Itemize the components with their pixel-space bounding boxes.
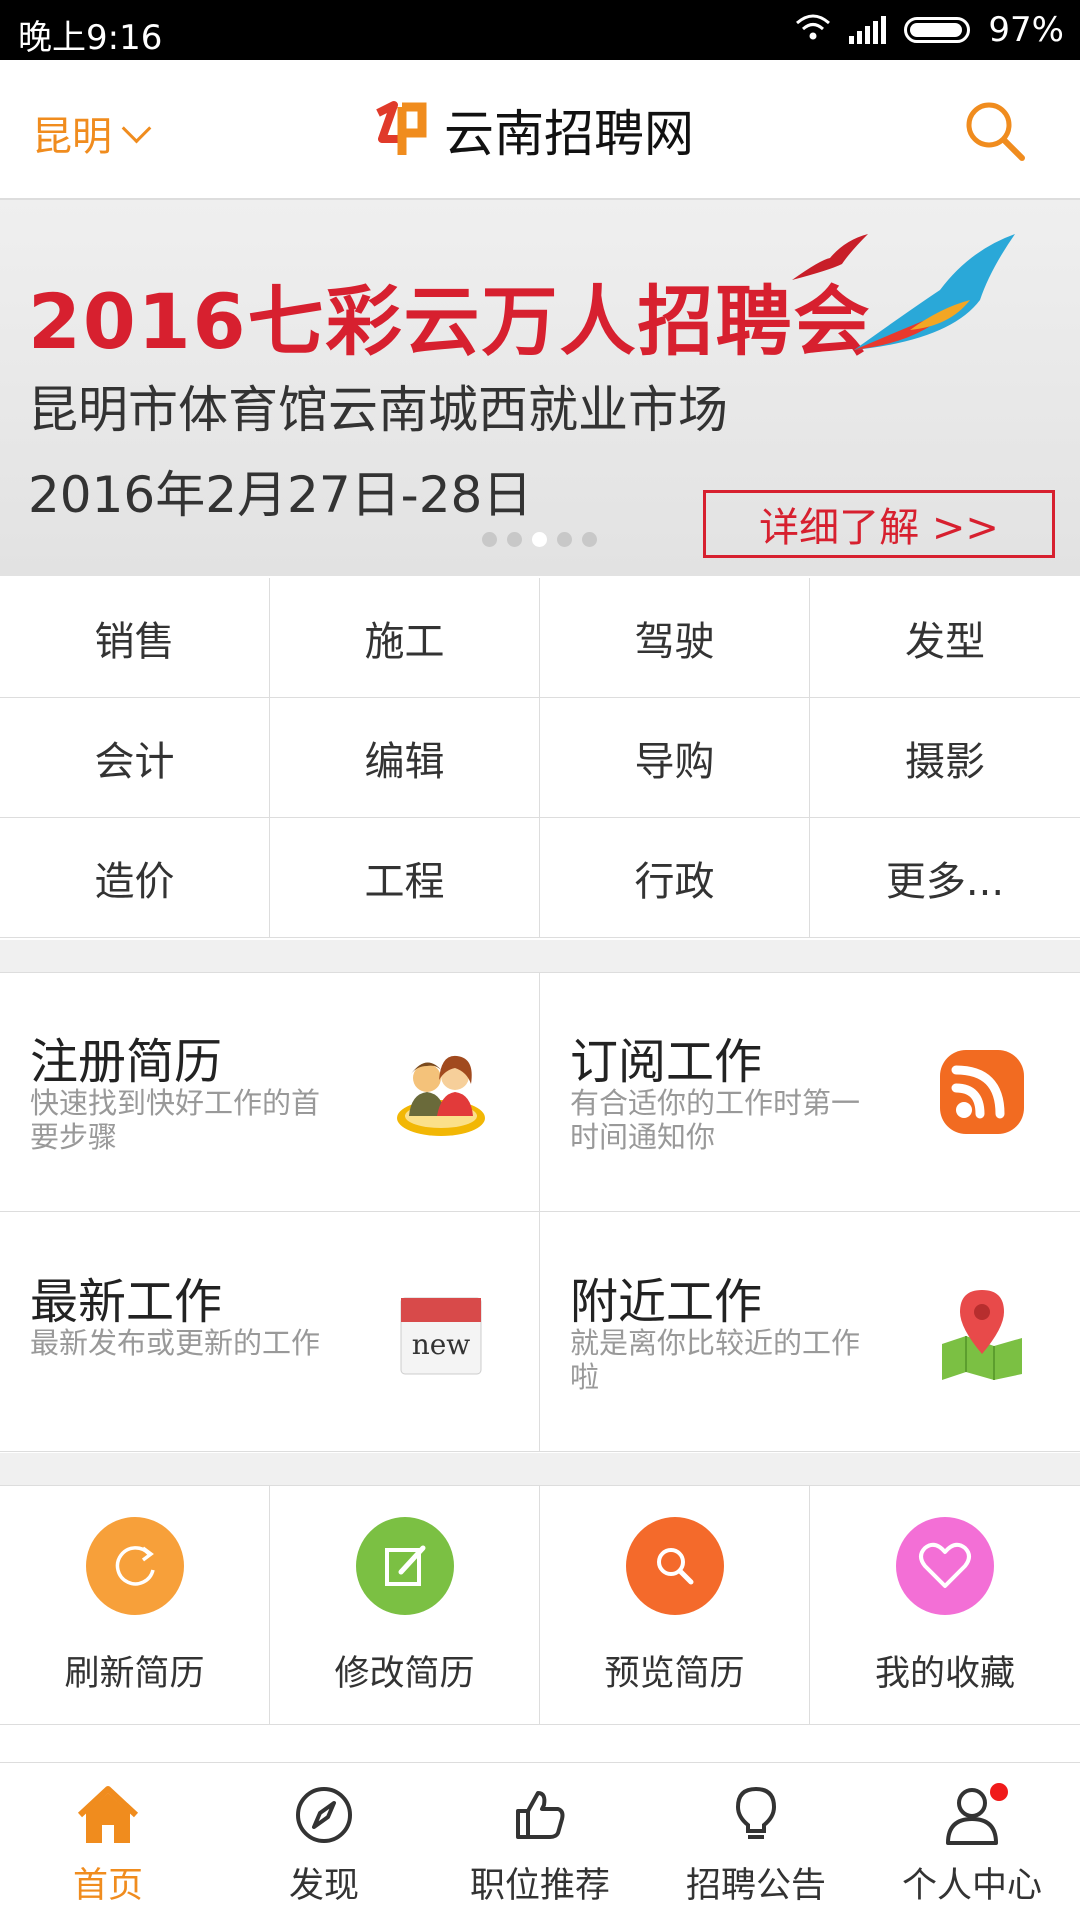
section-divider — [0, 940, 1080, 973]
tab-profile[interactable]: 个人中心 — [864, 1763, 1080, 1921]
chevron-down-icon — [121, 113, 152, 143]
tab-home[interactable]: 首页 — [0, 1763, 216, 1921]
category-item[interactable]: 摄影 — [810, 698, 1080, 818]
status-time: 晚上9:16 — [18, 18, 163, 58]
banner-date: 2016年2月27日-28日 — [28, 466, 533, 524]
tab-announcements[interactable]: 招聘公告 — [648, 1763, 864, 1921]
wifi-icon — [795, 10, 831, 50]
app-logo: 云南招聘网 — [372, 94, 694, 166]
feature-desc: 快速找到快好工作的首要步骤 — [30, 1086, 321, 1154]
category-item[interactable]: 工程 — [270, 818, 540, 938]
new-icon: new — [393, 1284, 489, 1380]
promo-banner[interactable]: 2016七彩云万人招聘会 昆明市体育馆云南城西就业市场 2016年2月27日-2… — [0, 200, 1080, 576]
compass-icon — [288, 1783, 360, 1847]
feature-register-resume[interactable]: 注册简历 快速找到快好工作的首要步骤 — [0, 972, 540, 1212]
app-header: 昆明 云南招聘网 — [0, 60, 1080, 200]
feature-latest-jobs[interactable]: 最新工作 最新发布或更新的工作 new — [0, 1212, 540, 1452]
feature-grid: 注册简历 快速找到快好工作的首要步骤 订阅工作 有合适你的工作时第一时间通知你 … — [0, 972, 1080, 1452]
resume-actions: 刷新简历 修改简历 预览简历 我的收藏 — [0, 1485, 1080, 1725]
city-selector[interactable]: 昆明 — [32, 104, 152, 162]
signal-icon — [849, 16, 887, 44]
carousel-dot — [557, 532, 572, 547]
refresh-resume-button[interactable]: 刷新简历 — [0, 1485, 270, 1725]
tab-label: 个人中心 — [901, 1866, 1042, 1906]
tab-label: 招聘公告 — [685, 1866, 826, 1906]
banner-title: 2016七彩云万人招聘会 — [28, 277, 872, 366]
category-item[interactable]: 编辑 — [270, 698, 540, 818]
battery-percent: 97% — [988, 10, 1064, 50]
category-item[interactable]: 行政 — [540, 818, 810, 938]
category-grid: 销售 施工 驾驶 发型 会计 编辑 导购 摄影 造价 工程 行政 更多... — [0, 578, 1080, 938]
action-label: 预览简历 — [604, 1654, 745, 1694]
category-item[interactable]: 销售 — [0, 578, 270, 698]
refresh-icon — [85, 1517, 184, 1615]
svg-text:new: new — [412, 1328, 471, 1361]
carousel-dot — [582, 532, 597, 547]
category-item[interactable]: 造价 — [0, 818, 270, 938]
feature-nearby-jobs[interactable]: 附近工作 就是离你比较近的工作啦 — [540, 1212, 1080, 1452]
category-item[interactable]: 会计 — [0, 698, 270, 818]
banner-details-button[interactable]: 详细了解 >> — [703, 490, 1055, 558]
feature-title: 附近工作 — [570, 1274, 763, 1330]
notification-dot — [990, 1783, 1008, 1801]
carousel-dot — [482, 532, 497, 547]
battery-icon — [904, 17, 971, 43]
city-label: 昆明 — [32, 114, 112, 160]
feature-title: 最新工作 — [30, 1274, 223, 1330]
feature-subscribe-jobs[interactable]: 订阅工作 有合适你的工作时第一时间通知你 — [540, 972, 1080, 1212]
carousel-dot — [507, 532, 522, 547]
preview-resume-button[interactable]: 预览简历 — [540, 1485, 810, 1725]
category-item[interactable]: 发型 — [810, 578, 1080, 698]
category-item[interactable]: 导购 — [540, 698, 810, 818]
logo-mark-icon — [372, 99, 432, 161]
status-bar: 晚上9:16 97% — [0, 0, 1080, 60]
action-label: 修改简历 — [334, 1654, 475, 1694]
search-icon — [966, 102, 1025, 161]
action-label: 我的收藏 — [874, 1654, 1015, 1694]
category-more[interactable]: 更多... — [810, 818, 1080, 938]
tab-label: 发现 — [288, 1866, 359, 1906]
feature-title: 注册简历 — [30, 1034, 223, 1090]
my-favorites-button[interactable]: 我的收藏 — [810, 1485, 1080, 1725]
thumbs-up-icon — [504, 1783, 576, 1847]
tab-discover[interactable]: 发现 — [216, 1763, 432, 1921]
lightbulb-icon — [720, 1783, 792, 1847]
category-item[interactable]: 施工 — [270, 578, 540, 698]
bottom-tab-bar: 首页 发现 职位推荐 招聘公告 个人中心 — [0, 1762, 1080, 1921]
feature-title: 订阅工作 — [570, 1034, 763, 1090]
search-icon — [625, 1517, 724, 1615]
tab-label: 首页 — [72, 1866, 143, 1906]
map-pin-icon — [934, 1284, 1030, 1380]
home-icon — [72, 1783, 144, 1847]
rss-icon — [934, 1044, 1030, 1140]
feature-desc: 就是离你比较近的工作啦 — [570, 1326, 861, 1394]
tab-job-recommend[interactable]: 职位推荐 — [432, 1763, 648, 1921]
banner-venue: 昆明市体育馆云南城西就业市场 — [28, 381, 728, 439]
carousel-indicator — [482, 532, 597, 547]
section-divider — [0, 1453, 1080, 1486]
tab-label: 职位推荐 — [469, 1866, 610, 1906]
page-title: 云南招聘网 — [444, 105, 694, 163]
edit-icon — [355, 1517, 454, 1615]
carousel-dot-active — [532, 532, 547, 547]
feature-desc: 最新发布或更新的工作 — [30, 1326, 321, 1360]
heart-icon — [896, 1517, 994, 1615]
feature-desc: 有合适你的工作时第一时间通知你 — [570, 1086, 861, 1154]
people-icon — [393, 1044, 489, 1140]
action-label: 刷新简历 — [64, 1654, 205, 1694]
search-button[interactable] — [962, 98, 1028, 164]
category-item[interactable]: 驾驶 — [540, 578, 810, 698]
bird-icon — [850, 230, 1020, 374]
edit-resume-button[interactable]: 修改简历 — [270, 1485, 540, 1725]
